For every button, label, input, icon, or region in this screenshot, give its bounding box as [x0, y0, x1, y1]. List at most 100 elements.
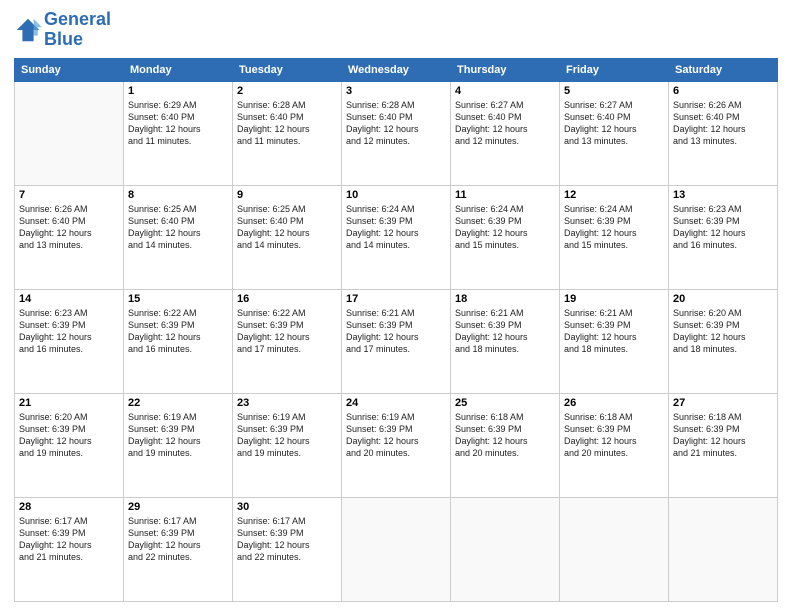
day-number: 25 — [455, 397, 555, 409]
weekday-header-monday: Monday — [124, 58, 233, 81]
day-number: 24 — [346, 397, 446, 409]
calendar-cell: 23 Sunrise: 6:19 AM Sunset: 6:39 PM Dayli… — [233, 393, 342, 497]
calendar-cell: 16Sunrise: 6:22 AM Sunset: 6:39 PM Dayli… — [233, 289, 342, 393]
day-info: Sunrise: 6:19 AM Sunset: 6:39 PM Dayligh… — [346, 411, 446, 460]
day-number: 11 — [455, 189, 555, 201]
calendar-cell: 17 Sunrise: 6:21 AM Sunset: 6:39 PM Dayli… — [342, 289, 451, 393]
day-info: Sunrise: 6:26 AM Sunset: 6:40 PM Dayligh… — [19, 203, 119, 252]
calendar-cell: 10 Sunrise: 6:24 AM Sunset: 6:39 PM Dayli… — [342, 185, 451, 289]
calendar-table: SundayMondayTuesdayWednesdayThursdayFrid… — [14, 58, 778, 602]
calendar-cell: 13 Sunrise: 6:23 AM Sunset: 6:39 PM Dayli… — [669, 185, 778, 289]
week-row-2: 7 Sunrise: 6:26 AM Sunset: 6:40 PM Daylig… — [15, 185, 778, 289]
day-number: 15 — [128, 293, 228, 305]
week-row-5: 28 Sunrise: 6:17 AM Sunset: 6:39 PM Dayli… — [15, 497, 778, 601]
day-info: Sunrise: 6:24 AM Sunset: 6:39 PM Dayligh… — [455, 203, 555, 252]
day-number: 13 — [673, 189, 773, 201]
day-info: Sunrise: 6:21 AM Sunset: 6:39 PM Dayligh… — [346, 307, 446, 356]
calendar-cell: 8 Sunrise: 6:25 AM Sunset: 6:40 PM Daylig… — [124, 185, 233, 289]
day-info: Sunrise: 6:17 AM Sunset: 6:39 PM Dayligh… — [128, 515, 228, 564]
weekday-header-friday: Friday — [560, 58, 669, 81]
day-number: 3 — [346, 85, 446, 97]
day-info: Sunrise: 6:24 AM Sunset: 6:39 PM Dayligh… — [346, 203, 446, 252]
calendar-cell: 12 Sunrise: 6:24 AM Sunset: 6:39 PM Dayli… — [560, 185, 669, 289]
day-info: Sunrise: 6:21 AM Sunset: 6:39 PM Dayligh… — [564, 307, 664, 356]
day-number: 20 — [673, 293, 773, 305]
calendar-cell: 20 Sunrise: 6:20 AM Sunset: 6:39 PM Dayli… — [669, 289, 778, 393]
day-info: Sunrise: 6:27 AM Sunset: 6:40 PM Dayligh… — [564, 99, 664, 148]
day-number: 5 — [564, 85, 664, 97]
calendar-cell: 26 Sunrise: 6:18 AM Sunset: 6:39 PM Dayli… — [560, 393, 669, 497]
day-info: Sunrise: 6:18 AM Sunset: 6:39 PM Dayligh… — [564, 411, 664, 460]
day-number: 23 — [237, 397, 337, 409]
day-number: 26 — [564, 397, 664, 409]
day-number: 10 — [346, 189, 446, 201]
day-number: 21 — [19, 397, 119, 409]
day-info: Sunrise: 6:22 AM Sunset: 6:39 PM Dayligh… — [128, 307, 228, 356]
calendar-cell — [342, 497, 451, 601]
calendar-cell: 15 Sunrise: 6:22 AM Sunset: 6:39 PM Dayli… — [124, 289, 233, 393]
weekday-header-thursday: Thursday — [451, 58, 560, 81]
day-number: 16 — [237, 293, 337, 305]
logo-text2: Blue — [44, 30, 111, 50]
calendar-cell — [669, 497, 778, 601]
calendar-cell: 25Sunrise: 6:18 AM Sunset: 6:39 PM Dayli… — [451, 393, 560, 497]
calendar-cell — [560, 497, 669, 601]
day-info: Sunrise: 6:24 AM Sunset: 6:39 PM Dayligh… — [564, 203, 664, 252]
week-row-3: 14 Sunrise: 6:23 AM Sunset: 6:39 PM Dayli… — [15, 289, 778, 393]
calendar-cell: 30 Sunrise: 6:17 AM Sunset: 6:39 PM Dayli… — [233, 497, 342, 601]
day-info: Sunrise: 6:25 AM Sunset: 6:40 PM Dayligh… — [237, 203, 337, 252]
day-number: 22 — [128, 397, 228, 409]
day-number: 8 — [128, 189, 228, 201]
day-number: 9 — [237, 189, 337, 201]
calendar-cell: 18Sunrise: 6:21 AM Sunset: 6:39 PM Dayli… — [451, 289, 560, 393]
header: General Blue — [14, 10, 778, 50]
weekday-header-tuesday: Tuesday — [233, 58, 342, 81]
weekday-header-saturday: Saturday — [669, 58, 778, 81]
day-info: Sunrise: 6:25 AM Sunset: 6:40 PM Dayligh… — [128, 203, 228, 252]
day-number: 30 — [237, 501, 337, 513]
day-info: Sunrise: 6:18 AM Sunset: 6:39 PM Dayligh… — [673, 411, 773, 460]
calendar-cell: 3Sunrise: 6:28 AM Sunset: 6:40 PM Daylig… — [342, 81, 451, 185]
day-info: Sunrise: 6:23 AM Sunset: 6:39 PM Dayligh… — [19, 307, 119, 356]
day-info: Sunrise: 6:27 AM Sunset: 6:40 PM Dayligh… — [455, 99, 555, 148]
calendar-cell: 11 Sunrise: 6:24 AM Sunset: 6:39 PM Dayli… — [451, 185, 560, 289]
day-info: Sunrise: 6:20 AM Sunset: 6:39 PM Dayligh… — [19, 411, 119, 460]
day-info: Sunrise: 6:23 AM Sunset: 6:39 PM Dayligh… — [673, 203, 773, 252]
day-info: Sunrise: 6:19 AM Sunset: 6:39 PM Dayligh… — [237, 411, 337, 460]
day-number: 29 — [128, 501, 228, 513]
day-number: 2 — [237, 85, 337, 97]
calendar-cell: 6Sunrise: 6:26 AM Sunset: 6:40 PM Daylig… — [669, 81, 778, 185]
logo-icon — [14, 16, 42, 44]
day-info: Sunrise: 6:17 AM Sunset: 6:39 PM Dayligh… — [237, 515, 337, 564]
day-info: Sunrise: 6:19 AM Sunset: 6:39 PM Dayligh… — [128, 411, 228, 460]
day-info: Sunrise: 6:17 AM Sunset: 6:39 PM Dayligh… — [19, 515, 119, 564]
calendar-cell: 4 Sunrise: 6:27 AM Sunset: 6:40 PM Daylig… — [451, 81, 560, 185]
calendar-cell: 22 Sunrise: 6:19 AM Sunset: 6:39 PM Dayli… — [124, 393, 233, 497]
weekday-header-sunday: Sunday — [15, 58, 124, 81]
day-info: Sunrise: 6:20 AM Sunset: 6:39 PM Dayligh… — [673, 307, 773, 356]
calendar-cell: 29 Sunrise: 6:17 AM Sunset: 6:39 PM Dayli… — [124, 497, 233, 601]
weekday-header-wednesday: Wednesday — [342, 58, 451, 81]
day-number: 17 — [346, 293, 446, 305]
calendar-cell — [451, 497, 560, 601]
day-number: 4 — [455, 85, 555, 97]
calendar-cell: 1Sunrise: 6:29 AM Sunset: 6:40 PM Daylig… — [124, 81, 233, 185]
page: General Blue SundayMondayTuesdayWednesda… — [0, 0, 792, 612]
week-row-1: 1Sunrise: 6:29 AM Sunset: 6:40 PM Daylig… — [15, 81, 778, 185]
day-number: 28 — [19, 501, 119, 513]
weekday-header-row: SundayMondayTuesdayWednesdayThursdayFrid… — [15, 58, 778, 81]
calendar-cell: 19Sunrise: 6:21 AM Sunset: 6:39 PM Dayli… — [560, 289, 669, 393]
logo: General Blue — [14, 10, 111, 50]
calendar-cell: 7 Sunrise: 6:26 AM Sunset: 6:40 PM Daylig… — [15, 185, 124, 289]
day-info: Sunrise: 6:21 AM Sunset: 6:39 PM Dayligh… — [455, 307, 555, 356]
calendar-cell: 21 Sunrise: 6:20 AM Sunset: 6:39 PM Dayli… — [15, 393, 124, 497]
week-row-4: 21 Sunrise: 6:20 AM Sunset: 6:39 PM Dayli… — [15, 393, 778, 497]
calendar-cell: 9 Sunrise: 6:25 AM Sunset: 6:40 PM Daylig… — [233, 185, 342, 289]
calendar-cell: 14 Sunrise: 6:23 AM Sunset: 6:39 PM Dayli… — [15, 289, 124, 393]
day-info: Sunrise: 6:28 AM Sunset: 6:40 PM Dayligh… — [237, 99, 337, 148]
day-number: 6 — [673, 85, 773, 97]
day-number: 7 — [19, 189, 119, 201]
day-number: 12 — [564, 189, 664, 201]
logo-text: General — [44, 10, 111, 30]
day-number: 14 — [19, 293, 119, 305]
